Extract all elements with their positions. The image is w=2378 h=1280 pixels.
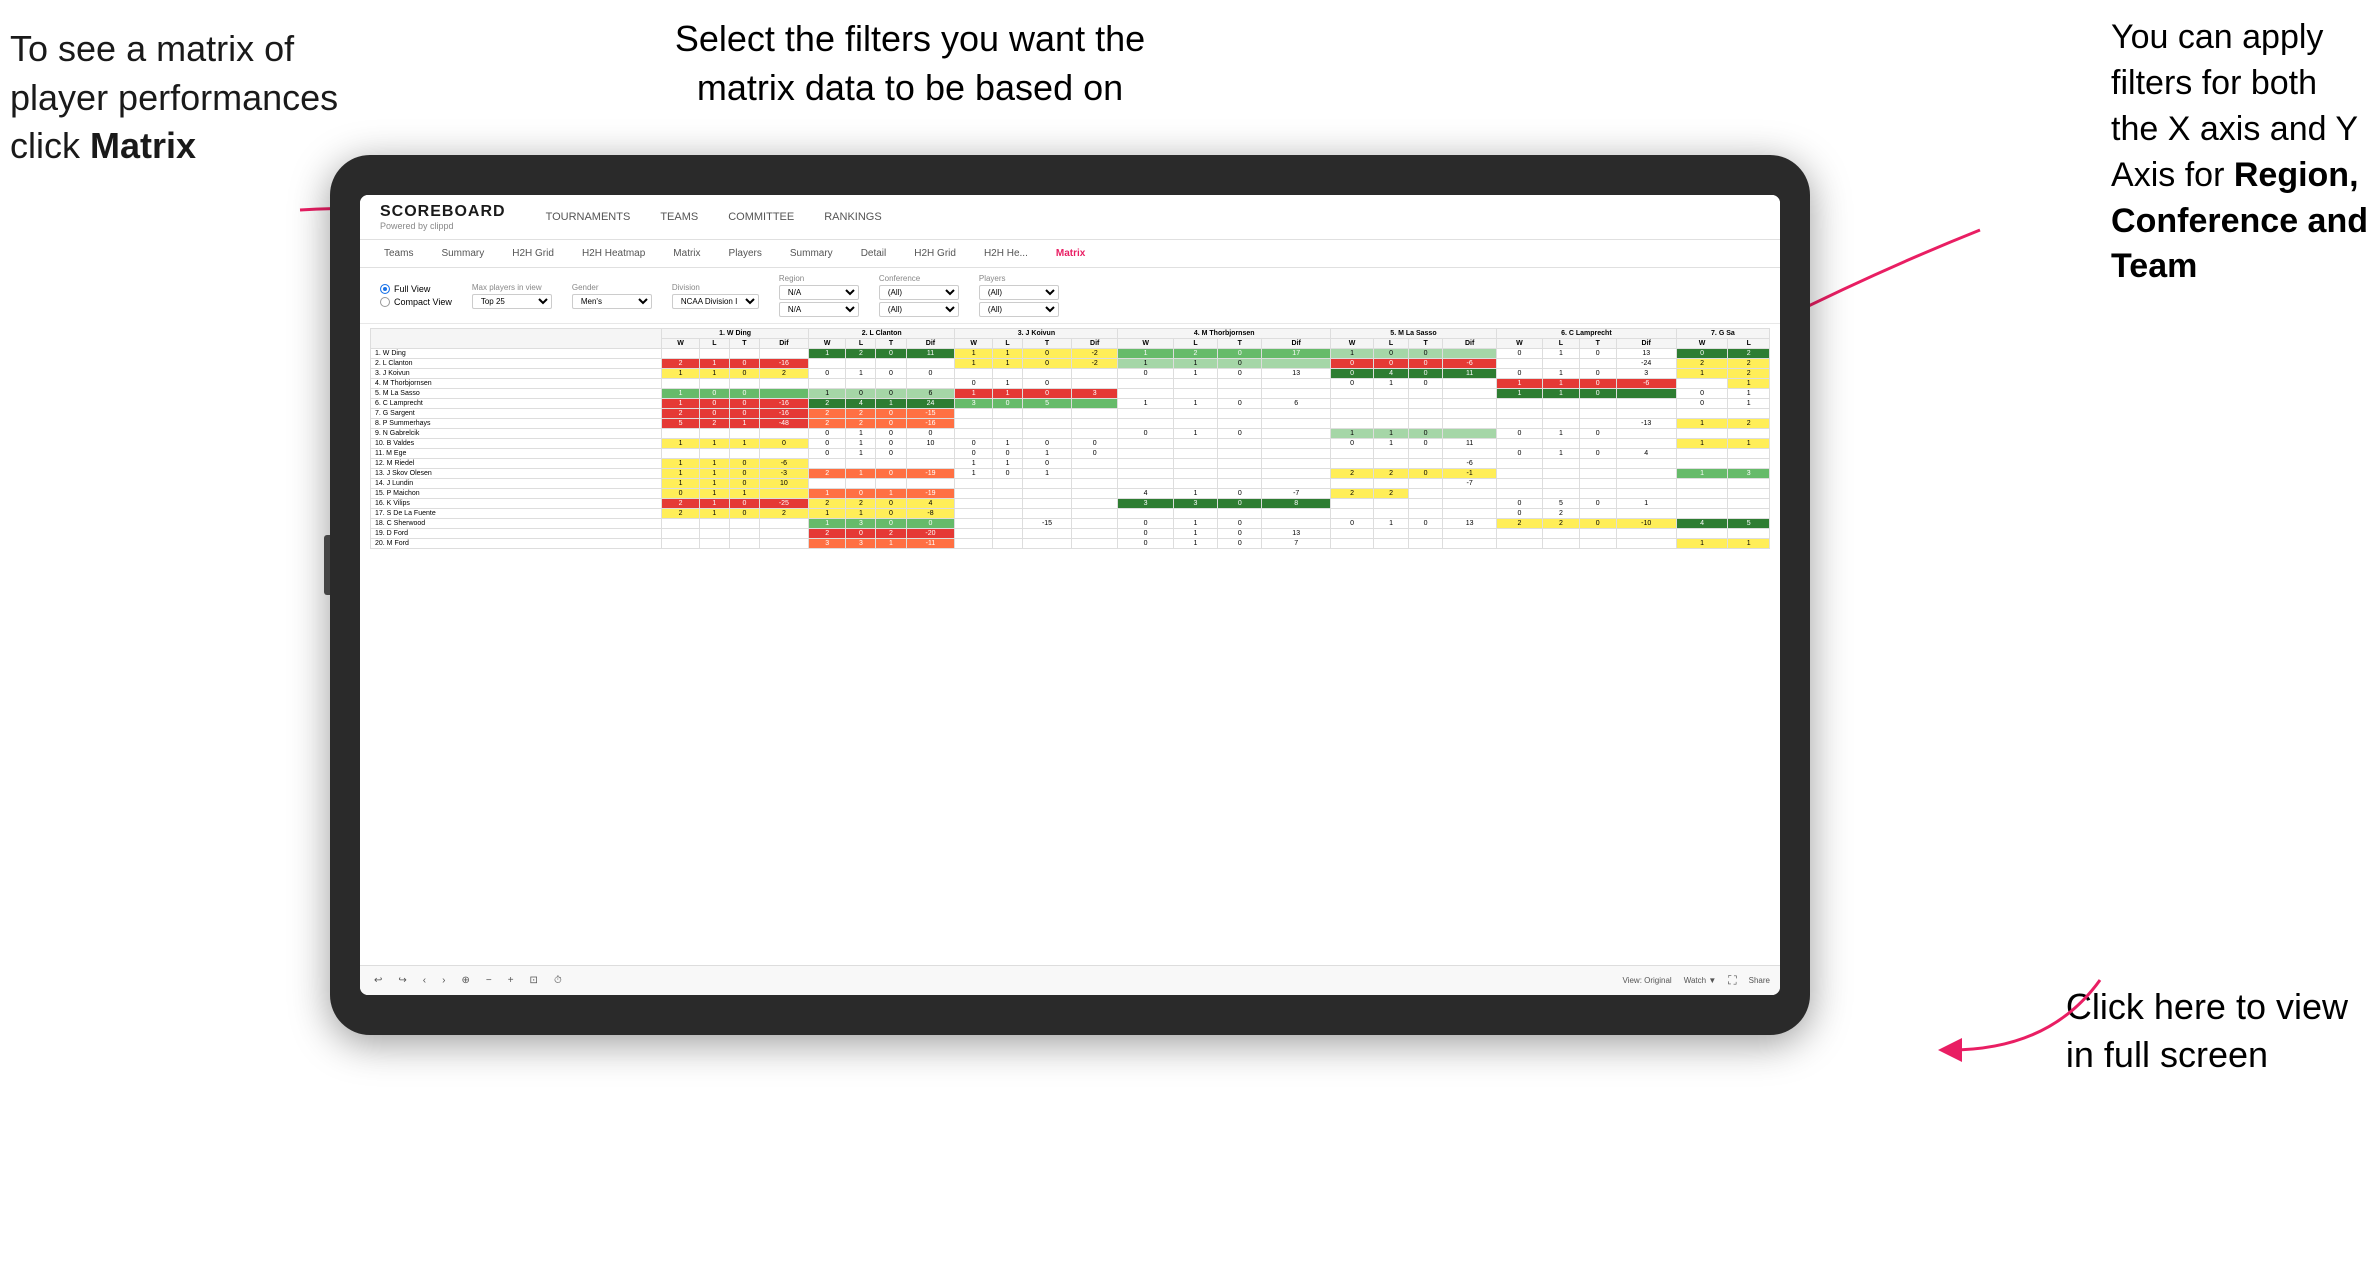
app-header: SCOREBOARD Powered by clippd TOURNAMENTS… <box>360 195 1780 240</box>
full-view-option[interactable]: Full View <box>380 284 452 294</box>
table-row: 2. L Clanton 210-16 110-2 110 000-6 -24 … <box>371 359 1770 369</box>
table-row: 6. C Lamprecht 100-16 24124 305 1106 01 <box>371 399 1770 409</box>
table-row: 12. M Riedel 110-6 110 -6 <box>371 459 1770 469</box>
toolbar-view-section: View: Original Watch ▼ ⛶ Share <box>1623 973 1771 988</box>
main-nav: TOURNAMENTS TEAMS COMMITTEE RANKINGS <box>546 211 882 223</box>
toolbar-forward[interactable]: › <box>438 973 449 988</box>
col-header-5: 5. M La Sasso <box>1330 329 1496 339</box>
subnav-teams[interactable]: Teams <box>380 246 417 261</box>
players-select-y[interactable]: (All) <box>979 302 1059 317</box>
compact-view-option[interactable]: Compact View <box>380 297 452 307</box>
col-header-3: 3. J Koivun <box>955 329 1118 339</box>
matrix-table: 1. W Ding 2. L Clanton 3. J Koivun 4. M … <box>370 328 1770 549</box>
col-header-7: 7. G Sa <box>1676 329 1769 339</box>
table-row: 18. C Sherwood 1300 -15 010 01013 220-10… <box>371 519 1770 529</box>
max-players-select[interactable]: Top 25 <box>472 294 552 309</box>
region-select-y[interactable]: N/A <box>779 302 859 317</box>
subnav-players[interactable]: Players <box>725 246 766 261</box>
col-header-4: 4. M Thorbjornsen <box>1118 329 1331 339</box>
annotation-top-center: Select the filters you want the matrix d… <box>600 15 1220 112</box>
conference-select-x[interactable]: (All) <box>879 285 959 300</box>
region-select-x[interactable]: N/A <box>779 285 859 300</box>
filter-conference: Conference (All) (All) <box>879 274 959 317</box>
matrix-table-area: 1. W Ding 2. L Clanton 3. J Koivun 4. M … <box>360 324 1780 995</box>
compact-view-radio <box>380 297 390 307</box>
subnav-h2h-grid2[interactable]: H2H Grid <box>910 246 960 261</box>
nav-rankings[interactable]: RANKINGS <box>824 211 881 223</box>
subnav-matrix-active[interactable]: Matrix <box>1052 246 1089 261</box>
toolbar-zoom-in[interactable]: + <box>504 973 518 988</box>
conference-select-y[interactable]: (All) <box>879 302 959 317</box>
logo-title: SCOREBOARD <box>380 203 506 221</box>
gender-select[interactable]: Men's <box>572 294 652 309</box>
col-header-6: 6. C Lamprecht <box>1496 329 1676 339</box>
table-row: 7. G Sargent 200-16 220-15 <box>371 409 1770 419</box>
table-row: 15. P Maichon 011 101-19 410-7 22 <box>371 489 1770 499</box>
annotation-bottom-right: Click here to view in full screen <box>2066 983 2348 1080</box>
col-header-1: 1. W Ding <box>662 329 809 339</box>
table-row: 1. W Ding 12011 110-2 12017 100 01013 02 <box>371 349 1770 359</box>
subnav-detail[interactable]: Detail <box>857 246 891 261</box>
scoreboard-logo: SCOREBOARD Powered by clippd <box>380 203 506 231</box>
filter-max-players: Max players in view Top 25 <box>472 283 552 309</box>
col-header-2: 2. L Clanton <box>808 329 955 339</box>
toolbar-clock[interactable]: ⏱ <box>550 973 566 988</box>
subnav-summary2[interactable]: Summary <box>786 246 837 261</box>
table-row: 9. N Gabrelcik 0100 010 110 010 <box>371 429 1770 439</box>
filters-area: Full View Compact View Max players in vi… <box>360 268 1780 324</box>
logo-subtitle: Powered by clippd <box>380 221 506 231</box>
toolbar-undo[interactable]: ↩ <box>370 973 386 988</box>
nav-committee[interactable]: COMMITTEE <box>728 211 794 223</box>
table-row: 20. M Ford 331-11 0107 11 <box>371 539 1770 549</box>
sub-nav: Teams Summary H2H Grid H2H Heatmap Matri… <box>360 240 1780 268</box>
bottom-toolbar: ↩ ↪ ‹ › ⊕ − + ⊡ ⏱ View: Original Watch ▼… <box>360 965 1780 995</box>
filter-gender: Gender Men's <box>572 283 652 309</box>
tablet-power-button <box>324 535 330 595</box>
nav-tournaments[interactable]: TOURNAMENTS <box>546 211 631 223</box>
table-row: 4. M Thorbjornsen 010 010 110-6 1 <box>371 379 1770 389</box>
annotation-top-left: To see a matrix of player performances c… <box>10 25 338 171</box>
toolbar-redo[interactable]: ↪ <box>394 973 410 988</box>
view-original-label: View: Original <box>1623 976 1672 985</box>
filter-division: Division NCAA Division I <box>672 283 759 309</box>
filter-players: Players (All) (All) <box>979 274 1059 317</box>
screen-icon[interactable]: ⛶ <box>1728 973 1736 988</box>
share-button[interactable]: Share <box>1749 976 1770 985</box>
subnav-h2h-he[interactable]: H2H He... <box>980 246 1032 261</box>
table-row: 8. P Summerhays 521-48 220-16 -13 12 <box>371 419 1770 429</box>
table-row: 10. B Valdes 1110 01010 0100 01011 11 <box>371 439 1770 449</box>
table-row: 17. S De La Fuente 2102 110-8 02 <box>371 509 1770 519</box>
toolbar-back[interactable]: ‹ <box>419 973 430 988</box>
table-row: 5. M La Sasso 100 1006 1103 110 01 <box>371 389 1770 399</box>
col-header-empty <box>371 329 662 349</box>
toolbar-reset[interactable]: ⊡ <box>526 973 542 988</box>
full-view-radio <box>380 284 390 294</box>
subnav-summary[interactable]: Summary <box>437 246 488 261</box>
table-row: 16. K Vilips 210-25 2204 3308 0501 <box>371 499 1770 509</box>
table-row: 11. M Ege 010 0010 0104 <box>371 449 1770 459</box>
toolbar-zoom-out[interactable]: − <box>482 973 496 988</box>
annotation-top-right: You can apply filters for both the X axi… <box>2111 15 2368 290</box>
table-row: 13. J Skov Olesen 110-3 210-19 101 220-1… <box>371 469 1770 479</box>
toolbar-tools[interactable]: ⊕ <box>457 973 473 988</box>
table-row: 19. D Ford 202-20 01013 <box>371 529 1770 539</box>
table-row: 3. J Koivun 1102 0100 01013 04011 0103 1… <box>371 369 1770 379</box>
subnav-h2h-heatmap[interactable]: H2H Heatmap <box>578 246 649 261</box>
table-row: 14. J Lundin 11010 -7 <box>371 479 1770 489</box>
division-select[interactable]: NCAA Division I <box>672 294 759 309</box>
subnav-h2h-grid[interactable]: H2H Grid <box>508 246 558 261</box>
filter-region: Region N/A N/A <box>779 274 859 317</box>
players-select-x[interactable]: (All) <box>979 285 1059 300</box>
nav-teams[interactable]: TEAMS <box>660 211 698 223</box>
subnav-matrix[interactable]: Matrix <box>669 246 704 261</box>
view-options: Full View Compact View <box>380 284 452 307</box>
tablet-frame: SCOREBOARD Powered by clippd TOURNAMENTS… <box>330 155 1810 1035</box>
watch-button[interactable]: Watch ▼ <box>1684 976 1717 985</box>
tablet-screen: SCOREBOARD Powered by clippd TOURNAMENTS… <box>360 195 1780 995</box>
